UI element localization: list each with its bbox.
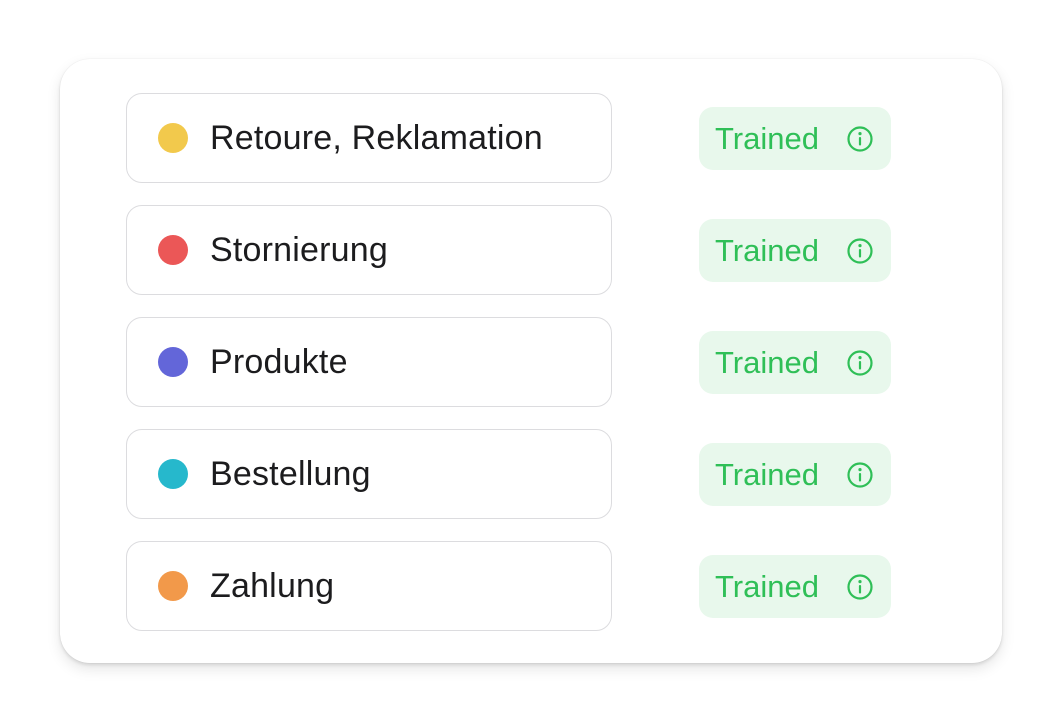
intent-row: Zahlung Trained (60, 541, 1002, 631)
info-icon[interactable] (846, 461, 874, 489)
intent-item[interactable]: Bestellung (126, 429, 612, 519)
color-dot (158, 123, 188, 153)
intent-label: Bestellung (210, 455, 371, 493)
status-label: Trained (715, 233, 819, 268)
info-icon[interactable] (846, 349, 874, 377)
status-badge[interactable]: Trained (699, 443, 891, 506)
intent-row: Bestellung Trained (60, 429, 1002, 519)
intent-item[interactable]: Retoure, Reklamation (126, 93, 612, 183)
intent-row: Produkte Trained (60, 317, 1002, 407)
info-icon[interactable] (846, 237, 874, 265)
color-dot (158, 459, 188, 489)
status-badge[interactable]: Trained (699, 219, 891, 282)
info-icon[interactable] (846, 125, 874, 153)
intent-row: Stornierung Trained (60, 205, 1002, 295)
color-dot (158, 571, 188, 601)
status-label: Trained (715, 345, 819, 380)
intent-label: Zahlung (210, 567, 335, 605)
status-badge[interactable]: Trained (699, 555, 891, 618)
intent-item[interactable]: Zahlung (126, 541, 612, 631)
intent-label: Retoure, Reklamation (210, 119, 543, 157)
status-label: Trained (715, 457, 819, 492)
status-label: Trained (715, 569, 819, 604)
color-dot (158, 347, 188, 377)
color-dot (158, 235, 188, 265)
intent-label: Stornierung (210, 231, 388, 269)
intent-label: Produkte (210, 343, 348, 381)
intent-item[interactable]: Stornierung (126, 205, 612, 295)
info-icon[interactable] (846, 573, 874, 601)
status-badge[interactable]: Trained (699, 331, 891, 394)
intent-item[interactable]: Produkte (126, 317, 612, 407)
status-badge[interactable]: Trained (699, 107, 891, 170)
intents-card: Retoure, Reklamation Trained Stornierung… (60, 59, 1002, 663)
status-label: Trained (715, 121, 819, 156)
intent-row: Retoure, Reklamation Trained (60, 93, 1002, 183)
